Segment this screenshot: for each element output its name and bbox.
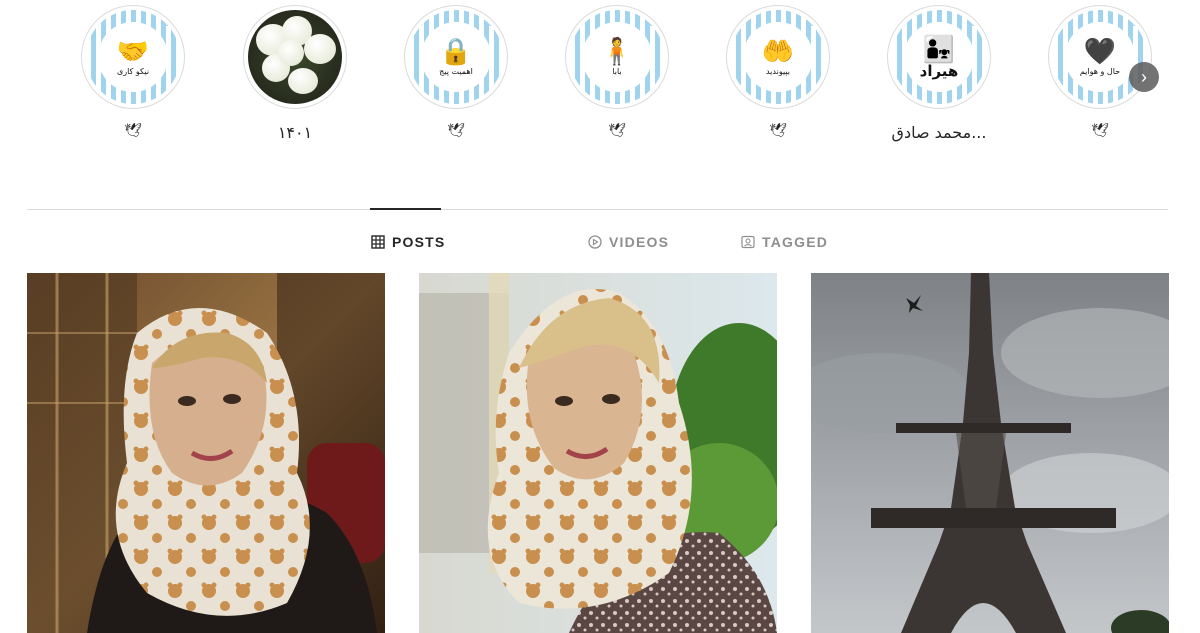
highlight-cover[interactable] [243,5,347,109]
highlight-cover[interactable]: ✿ ❀ 👨‍👧 هیراد [887,5,991,109]
highlight-cover-text: نیکو کاری [116,67,150,76]
woman-outdoor-portrait [419,273,777,633]
parent-child-icon: 👨‍👧 [922,34,956,64]
flower-decoration-icon: ✿ [90,14,101,29]
tab-label: POSTS [392,234,446,250]
father-icon: 🧍 [600,36,634,66]
highlight-label: محمد صادق... [891,123,987,142]
flower-decoration-icon: ✿ [735,14,746,29]
handshake-icon: 🤝 [116,36,150,66]
flower-decoration-icon: ✿ [1057,14,1068,29]
highlight-item[interactable]: ✿ ❀ 👨‍👧 هیراد محمد صادق... [887,5,991,142]
highlight-item[interactable]: ✿ ❀ 🤲 بپیوندید 🕊 [726,5,830,139]
flower-decoration-icon: ❀ [1131,17,1141,29]
tab-label: VIDEOS [609,234,670,250]
flower-decoration-icon: ❀ [164,17,174,29]
highlights-next-button[interactable]: › [1129,62,1159,92]
profile-divider [27,209,1168,210]
story-highlights-row: ✿ ❀ 🤝 نیکو کاری 🕊 ۱۴۰۱ ✿ ❀ 🔒 اهمیت پیج 🕊… [0,0,1200,160]
highlight-cover-text: حال و هوایم [1079,67,1121,76]
flower-decoration-icon: ✿ [413,14,424,29]
tagged-portrait-icon [741,235,755,249]
eiffel-tower-photo [811,273,1169,633]
play-circle-icon [588,235,602,249]
highlight-cover[interactable]: ✿ ❀ 🤝 نیکو کاری [81,5,185,109]
post-thumbnail[interactable] [419,273,777,633]
highlight-cover-text: بابا [612,67,622,76]
flower-decoration-icon: ❀ [809,17,819,29]
grid-icon [371,235,385,249]
highlight-cover[interactable]: ✿ ❀ 🖤 حال و هوایم [1048,5,1152,109]
tab-label: TAGGED [762,234,829,250]
highlight-label: 🕊 [769,123,787,139]
highlight-cover-text: هیراد [919,62,959,80]
tab-posts[interactable]: POSTS [371,234,445,250]
flower-decoration-icon: ✿ [896,14,907,29]
post-thumbnail[interactable] [27,273,385,633]
highlight-cover[interactable]: ✿ ❀ 🧍 بابا [565,5,669,109]
highlight-item[interactable]: ۱۴۰۱ [243,5,347,142]
flower-decoration-icon: ✿ [574,14,585,29]
highlight-label: 🕊 [124,123,142,139]
flower-decoration-icon: ❀ [487,17,497,29]
highlight-item[interactable]: ✿ ❀ 🤝 نیکو کاری 🕊 [81,5,185,139]
tab-videos[interactable]: VIDEOS [588,234,669,250]
highlight-label: 🕊 [608,123,626,139]
highlight-cover[interactable]: ✿ ❀ 🤲 بپیوندید [726,5,830,109]
flower-decoration-icon: ❀ [970,17,980,29]
heart-icon: 🖤 [1083,36,1117,66]
highlight-cover-text: اهمیت پیج [439,67,473,76]
highlight-label: 🕊 [447,123,465,139]
flower-decoration-icon: ❀ [648,17,658,29]
active-tab-indicator [370,208,441,210]
chevron-right-icon: › [1141,66,1147,87]
post-thumbnail[interactable] [811,273,1169,633]
tab-tagged[interactable]: TAGGED [741,234,828,250]
highlight-cover[interactable]: ✿ ❀ 🔒 اهمیت پیج [404,5,508,109]
highlight-cover-text: بپیوندید [765,67,791,76]
woman-in-cafe-portrait [27,273,385,633]
lock-icon: 🔒 [439,36,473,66]
hands-icon: 🤲 [761,36,795,66]
highlight-label: ۱۴۰۱ [277,123,313,142]
white-flowers-photo [248,10,342,104]
highlight-item[interactable]: ✿ ❀ 🔒 اهمیت پیج 🕊 [404,5,508,139]
highlight-item[interactable]: ✿ ❀ 🧍 بابا 🕊 [565,5,669,139]
highlight-label: 🕊 [1091,123,1109,139]
